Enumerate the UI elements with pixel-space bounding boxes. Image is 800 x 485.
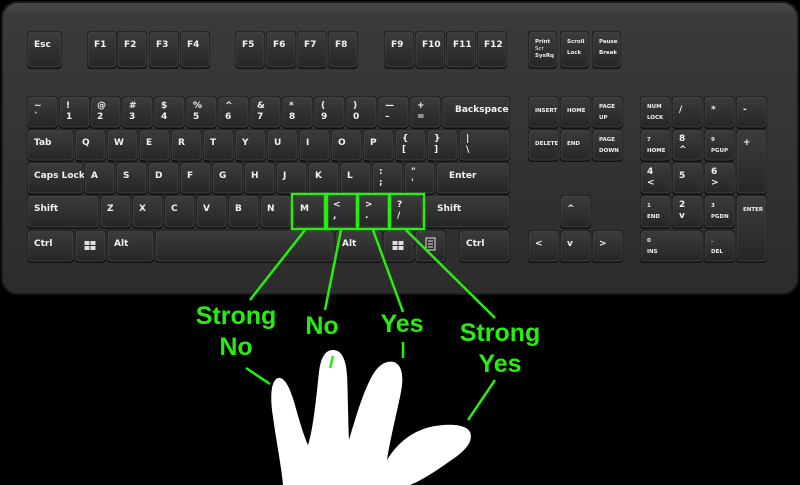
highlight-box-period <box>355 192 392 231</box>
highlight-box-slash <box>387 192 426 231</box>
connector-line-m-lower <box>245 366 271 386</box>
connector-line-comma <box>323 229 343 311</box>
connector-line-m <box>249 229 306 301</box>
highlight-overlay <box>245 192 497 421</box>
connector-line-period <box>371 229 405 313</box>
label-yes-line1: Yes <box>380 310 424 338</box>
highlight-box-m <box>290 192 329 231</box>
connector-line-comma-lower <box>328 355 335 369</box>
label-no-line1: No <box>305 312 339 340</box>
highlight-boxes <box>290 192 426 231</box>
label-no: No <box>295 311 349 342</box>
label-strong-no: Strong No <box>186 301 286 363</box>
label-yes: Yes <box>372 309 432 340</box>
label-strong-yes-line1: Strong <box>459 319 541 347</box>
label-strong-yes: Strong Yes <box>448 318 552 380</box>
label-strong-no-line2: No <box>219 333 253 361</box>
connector-line-slash-lower <box>466 379 497 421</box>
label-strong-yes-line2: Yes <box>478 350 522 378</box>
label-strong-no-line1: Strong <box>195 302 277 330</box>
connector-line-slash <box>405 229 496 319</box>
highlight-box-comma <box>323 192 360 231</box>
